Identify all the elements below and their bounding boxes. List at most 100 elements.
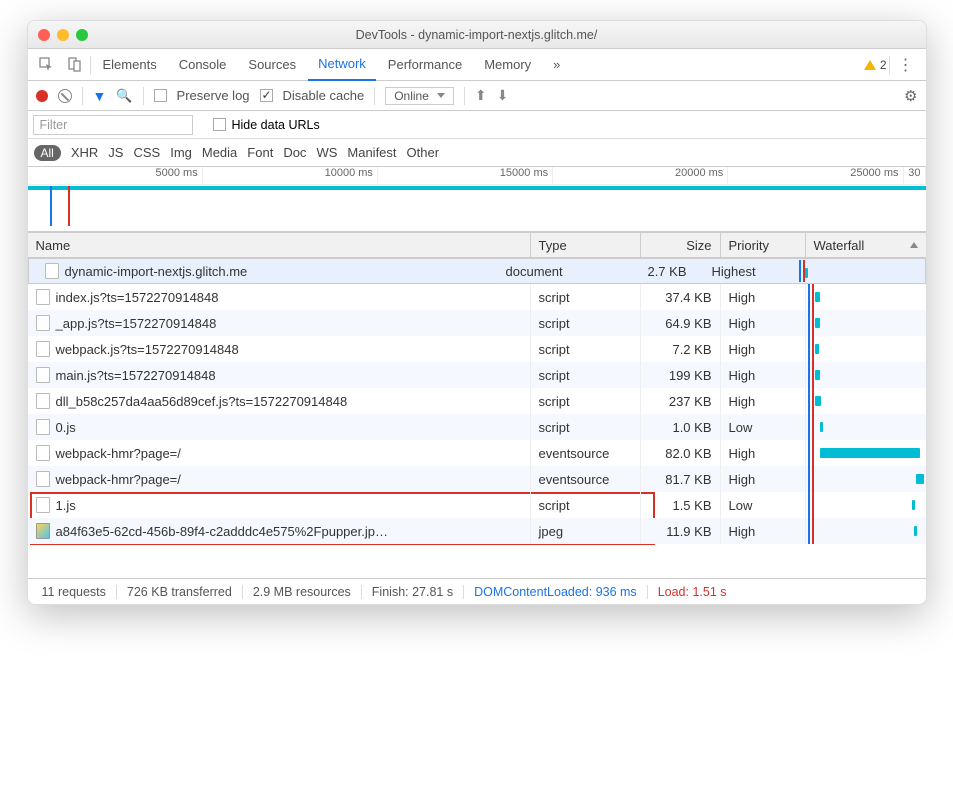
filter-media[interactable]: Media — [202, 145, 237, 160]
request-name: dll_b58c257da4aa56d89cef.js?ts=157227091… — [56, 394, 348, 409]
col-priority[interactable]: Priority — [721, 233, 806, 257]
filter-other[interactable]: Other — [407, 145, 440, 160]
request-type: script — [531, 388, 641, 414]
col-type[interactable]: Type — [531, 233, 641, 257]
download-icon[interactable]: ⬇ — [497, 87, 509, 104]
request-type: script — [531, 362, 641, 388]
filter-js[interactable]: JS — [108, 145, 123, 160]
disable-cache-checkbox[interactable] — [260, 89, 273, 102]
preserve-log-checkbox[interactable] — [154, 89, 167, 102]
file-icon — [36, 497, 50, 513]
request-waterfall — [806, 362, 926, 388]
filter-ws[interactable]: WS — [316, 145, 337, 160]
request-priority: High — [721, 336, 806, 362]
clear-button[interactable] — [58, 89, 72, 103]
col-name[interactable]: Name — [28, 233, 531, 257]
upload-icon[interactable]: ⬆ — [475, 87, 487, 104]
request-name: main.js?ts=1572270914848 — [56, 368, 216, 383]
request-type: eventsource — [531, 466, 641, 492]
table-row[interactable]: _app.js?ts=1572270914848script64.9 KBHig… — [28, 310, 926, 336]
tab-elements[interactable]: Elements — [93, 49, 167, 81]
request-name: _app.js?ts=1572270914848 — [56, 316, 217, 331]
filter-img[interactable]: Img — [170, 145, 192, 160]
table-row[interactable]: main.js?ts=1572270914848script199 KBHigh — [28, 362, 926, 388]
tab-more[interactable]: » — [543, 49, 570, 81]
disable-cache-label: Disable cache — [283, 88, 365, 103]
request-waterfall — [806, 440, 926, 466]
request-size: 81.7 KB — [641, 466, 721, 492]
request-waterfall — [806, 414, 926, 440]
status-finish: Finish: 27.81 s — [362, 585, 464, 599]
table-row[interactable]: webpack.js?ts=1572270914848script7.2 KBH… — [28, 336, 926, 362]
request-type: script — [531, 492, 641, 518]
inspect-icon[interactable] — [34, 57, 60, 72]
device-icon[interactable] — [62, 57, 88, 72]
request-waterfall — [806, 518, 926, 544]
filter-all[interactable]: All — [34, 145, 61, 161]
status-bar: 11 requests 726 KB transferred 2.9 MB re… — [28, 578, 926, 604]
table-row[interactable]: 0.jsscript1.0 KBLow — [28, 414, 926, 440]
filter-icon[interactable]: ▼ — [93, 88, 107, 104]
request-name: webpack-hmr?page=/ — [56, 472, 181, 487]
request-waterfall — [806, 388, 926, 414]
filter-css[interactable]: CSS — [133, 145, 160, 160]
request-size: 237 KB — [641, 388, 721, 414]
record-button[interactable] — [36, 90, 48, 102]
col-size[interactable]: Size — [641, 233, 721, 257]
request-table: dynamic-import-nextjs.glitch.medocument2… — [28, 258, 926, 578]
load-marker — [68, 186, 70, 226]
file-icon — [36, 393, 50, 409]
devtools-window: DevTools - dynamic-import-nextjs.glitch.… — [27, 20, 927, 605]
filter-font[interactable]: Font — [247, 145, 273, 160]
request-size: 7.2 KB — [641, 336, 721, 362]
filter-doc[interactable]: Doc — [283, 145, 306, 160]
file-icon — [36, 289, 50, 305]
table-row[interactable]: dll_b58c257da4aa56d89cef.js?ts=157227091… — [28, 388, 926, 414]
hide-urls-checkbox[interactable] — [213, 118, 226, 131]
table-row[interactable]: 1.js script1.5 KBLow — [28, 492, 926, 518]
request-name: index.js?ts=1572270914848 — [56, 290, 219, 305]
request-size: 199 KB — [641, 362, 721, 388]
status-load: Load: 1.51 s — [648, 585, 737, 599]
tab-memory[interactable]: Memory — [474, 49, 541, 81]
col-waterfall[interactable]: Waterfall — [806, 233, 926, 257]
file-icon — [36, 445, 50, 461]
search-icon[interactable]: 🔍 — [116, 88, 132, 104]
connection-select[interactable]: Online — [385, 87, 454, 105]
request-size: 2.7 KB — [616, 260, 696, 282]
request-waterfall — [806, 492, 926, 518]
file-icon — [36, 523, 50, 539]
tab-sources[interactable]: Sources — [238, 49, 306, 81]
warnings-badge[interactable]: 2 — [864, 58, 887, 72]
request-name: a84f63e5-62cd-456b-89f4-c2adddc4e575%2Fp… — [56, 524, 388, 539]
timeline-overview[interactable]: 5000 ms 10000 ms 15000 ms 20000 ms 25000… — [28, 167, 926, 232]
request-size: 1.0 KB — [641, 414, 721, 440]
file-icon — [36, 471, 50, 487]
filter-manifest[interactable]: Manifest — [347, 145, 396, 160]
request-type: script — [531, 336, 641, 362]
table-row[interactable]: webpack-hmr?page=/eventsource81.7 KBHigh — [28, 466, 926, 492]
table-row[interactable]: webpack-hmr?page=/eventsource82.0 KBHigh — [28, 440, 926, 466]
table-row[interactable]: index.js?ts=1572270914848script37.4 KBHi… — [28, 284, 926, 310]
titlebar: DevTools - dynamic-import-nextjs.glitch.… — [28, 21, 926, 49]
request-priority: Low — [721, 492, 806, 518]
file-icon — [36, 315, 50, 331]
filter-input[interactable]: Filter — [33, 115, 193, 135]
table-row[interactable]: a84f63e5-62cd-456b-89f4-c2adddc4e575%2Fp… — [28, 518, 926, 544]
request-waterfall — [806, 466, 926, 492]
request-waterfall — [806, 336, 926, 362]
kebab-icon[interactable]: ⋮ — [892, 55, 920, 75]
tab-console[interactable]: Console — [169, 49, 237, 81]
sort-asc-icon — [910, 242, 918, 248]
table-header: Name Type Size Priority Waterfall — [28, 232, 926, 258]
request-name: webpack-hmr?page=/ — [56, 446, 181, 461]
request-name: 1.js — [56, 498, 76, 513]
gear-icon[interactable]: ⚙ — [904, 87, 917, 105]
filter-xhr[interactable]: XHR — [71, 145, 98, 160]
table-row[interactable]: dynamic-import-nextjs.glitch.medocument2… — [28, 258, 926, 284]
request-size: 11.9 KB — [641, 518, 721, 544]
window-title: DevTools - dynamic-import-nextjs.glitch.… — [28, 28, 926, 42]
tab-performance[interactable]: Performance — [378, 49, 472, 81]
tab-network[interactable]: Network — [308, 49, 376, 81]
request-size: 1.5 KB — [641, 492, 721, 518]
